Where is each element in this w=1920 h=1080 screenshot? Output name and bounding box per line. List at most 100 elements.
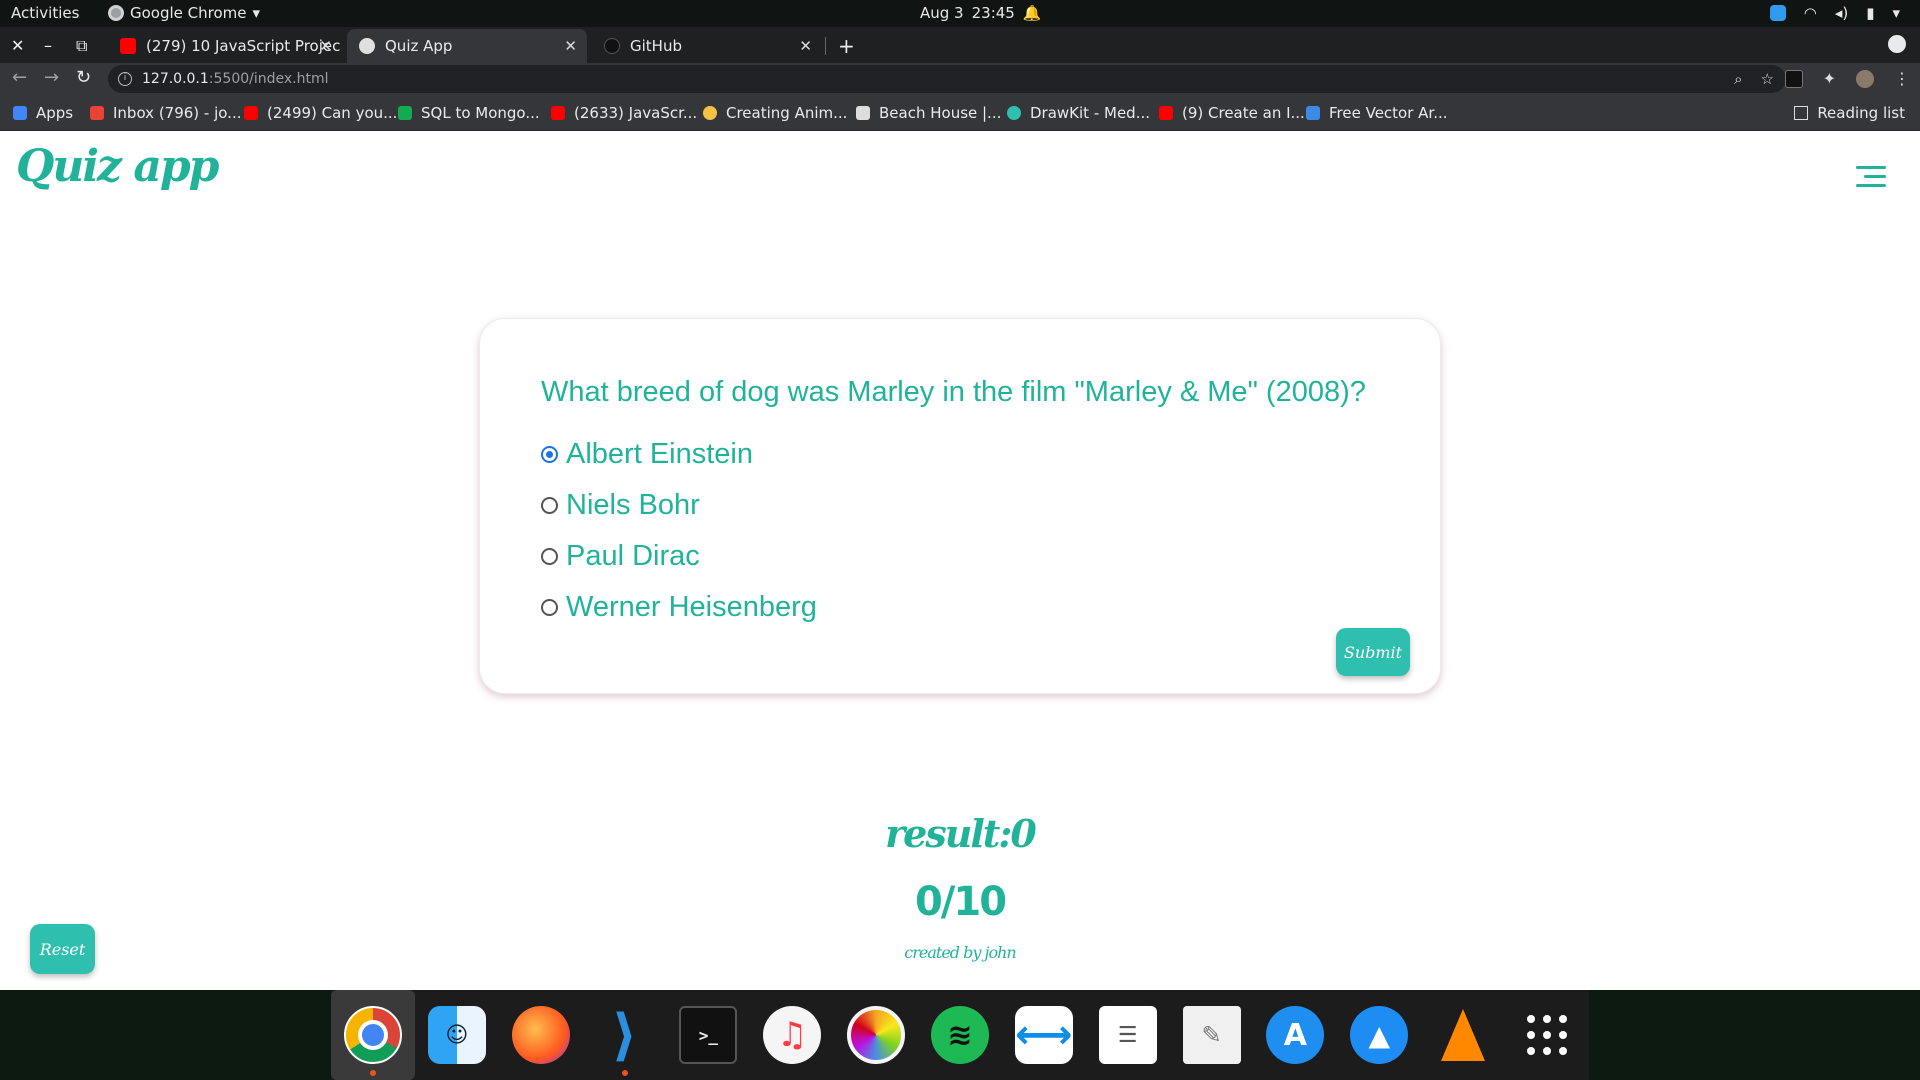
bookmark-item[interactable]: Free Vector Ar... (1306, 104, 1448, 122)
tab-youtube[interactable]: (279) 10 JavaScript Projec ✕ (108, 29, 342, 63)
bookmark-label: Apps (36, 104, 74, 122)
dock-chrome[interactable] (331, 990, 415, 1080)
answer-option[interactable]: Niels Bohr (541, 480, 817, 531)
back-icon[interactable]: ← (12, 67, 27, 88)
extension-icon[interactable] (1784, 69, 1803, 88)
answer-option[interactable]: Paul Dirac (541, 531, 817, 582)
dock-show-applications[interactable] (1505, 990, 1589, 1080)
spotify-icon: ≋ (930, 1006, 989, 1064)
dock-firefox[interactable] (499, 990, 583, 1080)
dock-terminal[interactable]: >_ (666, 990, 750, 1080)
youtube-icon (551, 106, 565, 120)
reading-list[interactable]: Reading list (1794, 104, 1905, 122)
tab-search-icon[interactable] (1888, 35, 1906, 53)
dock-notes[interactable]: ☰ (1086, 990, 1170, 1080)
mongodb-icon (398, 106, 412, 120)
new-tab-icon[interactable]: + (838, 34, 855, 58)
extensions-puzzle-icon[interactable]: ✦ (1823, 69, 1836, 88)
running-indicator (369, 1070, 376, 1076)
answer-option[interactable]: Albert Einstein (541, 429, 817, 480)
bookmark-item[interactable]: SQL to Mongo... (398, 104, 540, 122)
app-logo[interactable]: Quiz app (16, 141, 219, 192)
firefox-icon (511, 1006, 570, 1064)
bookmark-item[interactable]: (9) Create an I... (1159, 104, 1305, 122)
vlc-icon (1434, 1006, 1492, 1064)
answer-label[interactable]: Paul Dirac (566, 540, 700, 573)
bookmark-item[interactable]: Inbox (796) - jo... (90, 104, 241, 122)
terminal-icon: >_ (679, 1006, 738, 1064)
dock-text-editor[interactable]: ✎ (1170, 990, 1254, 1080)
bookmark-item[interactable]: (2499) Can you... (244, 104, 397, 122)
bookmark-apps[interactable]: Apps (13, 104, 73, 122)
clock-time: 23:45 (971, 4, 1015, 22)
bookmarks-bar: Apps Inbox (796) - jo... (2499) Can you.… (0, 95, 1920, 131)
forward-icon[interactable]: → (44, 67, 59, 88)
dock-app-store[interactable]: A (1253, 990, 1337, 1080)
answer-option[interactable]: Werner Heisenberg (541, 582, 817, 633)
answer-label[interactable]: Werner Heisenberg (566, 591, 817, 624)
tab-close-icon[interactable]: ✕ (564, 37, 577, 55)
question-text: What breed of dog was Marley in the film… (541, 376, 1366, 408)
dock-vlc[interactable] (1421, 990, 1505, 1080)
bookmark-item[interactable]: (2633) JavaScr... (551, 104, 697, 122)
answer-label[interactable]: Niels Bohr (566, 489, 700, 522)
window-close-icon[interactable]: ✕ (11, 36, 24, 55)
apps-grid-icon (13, 106, 27, 120)
tab-quiz-app[interactable]: Quiz App ✕ (347, 29, 587, 63)
answer-radio[interactable] (541, 446, 558, 463)
tab-github[interactable]: GitHub ✕ (592, 29, 822, 63)
bookmark-label: SQL to Mongo... (421, 104, 540, 122)
power-menu-icon[interactable]: ▾ (1892, 4, 1900, 22)
drawkit-icon (1007, 106, 1021, 120)
tab-close-icon[interactable]: ✕ (799, 37, 812, 55)
reload-icon[interactable]: ↻ (76, 67, 91, 88)
system-tray[interactable]: ◠ ◂) ▮ ▾ (1769, 4, 1900, 22)
page-viewport: Quiz app What breed of dog was Marley in… (0, 131, 1920, 990)
activities-button[interactable]: Activities (11, 4, 79, 22)
app-menu[interactable]: Google Chrome ▾ (108, 4, 260, 22)
answer-radio[interactable] (541, 497, 558, 514)
dock-teamviewer[interactable] (1002, 990, 1086, 1080)
answer-label[interactable]: Albert Einstein (566, 438, 753, 471)
bookmark-item[interactable]: Beach House |... (856, 104, 1001, 122)
tab-title: Quiz App (385, 37, 453, 55)
chrome-menu-icon[interactable]: ⋮ (1894, 69, 1910, 88)
globe-icon (359, 38, 375, 54)
zoom-icon[interactable]: ⌕ (1734, 70, 1742, 88)
address-bar[interactable]: i 127.0.0.1:5500/index.html ⌕ ☆ (108, 65, 1786, 93)
chrome-icon (343, 1006, 402, 1064)
score-text: 0/10 (914, 879, 1007, 925)
window-restore-icon[interactable]: ⧉ (76, 36, 87, 56)
teamviewer-tray-icon[interactable] (1769, 5, 1786, 21)
music-icon: ♫ (763, 1006, 822, 1064)
dock-photos[interactable] (834, 990, 918, 1080)
dock-vscode[interactable]: ⟩ (583, 990, 667, 1080)
result-text: result:0 (885, 811, 1037, 856)
dock-spotify[interactable]: ≋ (918, 990, 1002, 1080)
text-editor-icon: ✎ (1182, 1006, 1241, 1064)
site-info-icon[interactable]: i (118, 72, 132, 86)
tab-title: (279) 10 JavaScript Projec (146, 37, 341, 55)
hamburger-menu-icon[interactable] (1856, 166, 1886, 193)
submit-button[interactable]: Submit (1336, 628, 1410, 676)
clock[interactable]: Aug 3 23:45 🔔 (920, 4, 1042, 22)
photos-icon (847, 1006, 906, 1064)
bookmark-star-icon[interactable]: ☆ (1761, 70, 1774, 88)
dock-send[interactable]: ▲ (1337, 990, 1421, 1080)
emoji-icon (703, 106, 717, 120)
answer-radio[interactable] (541, 599, 558, 616)
answer-radio[interactable] (541, 548, 558, 565)
youtube-icon (1159, 106, 1173, 120)
alarm-icon: 🔔 (1022, 4, 1042, 22)
bookmark-item[interactable]: Creating Anim... (703, 104, 847, 122)
clock-date: Aug 3 (920, 4, 964, 22)
reset-button[interactable]: Reset (30, 924, 95, 974)
window-minimize-icon[interactable]: – (44, 36, 52, 55)
gmail-icon (90, 106, 104, 120)
dock-finder[interactable]: ☺ (415, 990, 499, 1080)
bookmark-item[interactable]: DrawKit - Med... (1007, 104, 1150, 122)
profile-avatar[interactable] (1856, 69, 1874, 88)
bookmark-label: (9) Create an I... (1182, 104, 1305, 122)
tab-close-icon[interactable]: ✕ (319, 37, 332, 55)
dock-music[interactable]: ♫ (750, 990, 834, 1080)
